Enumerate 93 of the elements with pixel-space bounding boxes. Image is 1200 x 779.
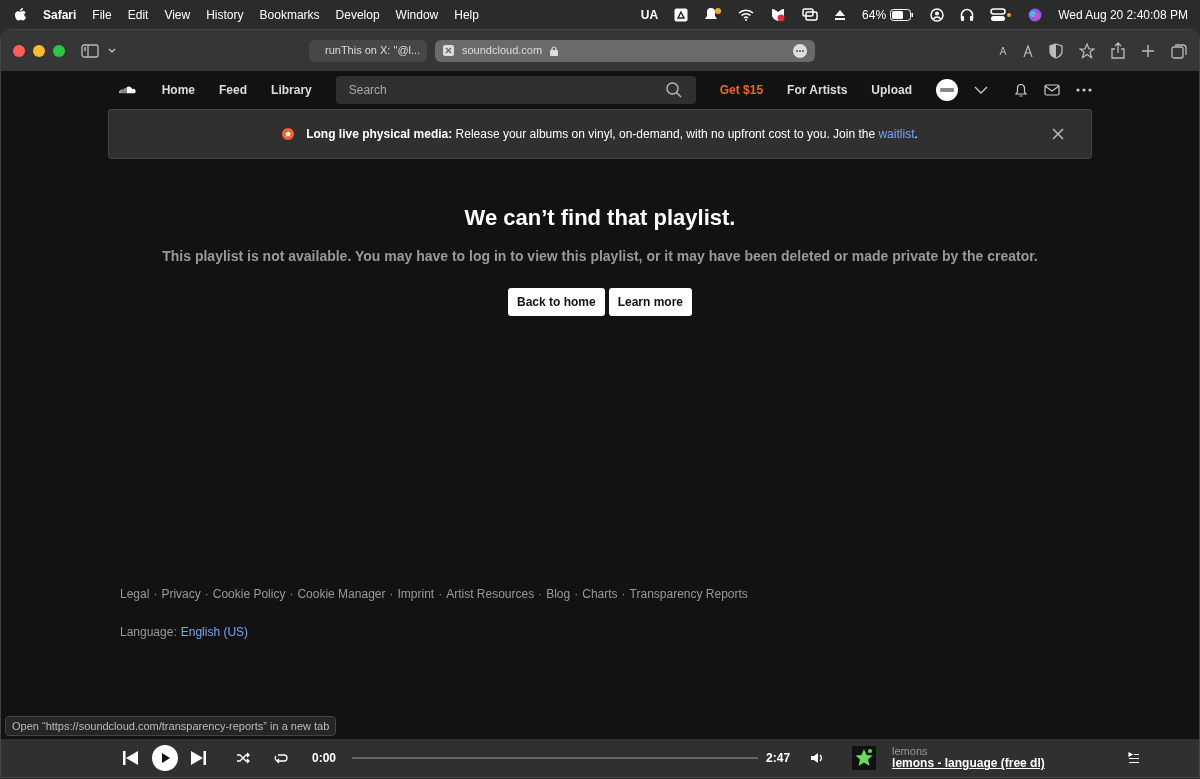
footer-link[interactable]: Blog xyxy=(546,585,571,603)
separator: · xyxy=(204,586,209,603)
more-icon[interactable] xyxy=(1076,88,1092,92)
menu-item[interactable]: Develop xyxy=(335,5,380,24)
windows-icon[interactable] xyxy=(802,8,819,21)
control-center-icon[interactable] xyxy=(990,7,1013,22)
shield-icon[interactable] xyxy=(1049,42,1063,59)
bookmark-star-icon[interactable] xyxy=(1079,42,1095,59)
play-icon[interactable] xyxy=(152,745,178,771)
volume-icon[interactable] xyxy=(810,752,825,764)
notification-icon[interactable] xyxy=(704,7,723,22)
app-menu[interactable]: Safari xyxy=(43,5,77,24)
track-title-link[interactable]: lemons - language (free dl) xyxy=(892,757,1083,771)
nav-link[interactable]: Library xyxy=(271,81,312,99)
menu-item[interactable]: History xyxy=(206,5,244,24)
menu-item[interactable]: Help xyxy=(454,5,479,24)
nav-link[interactable]: Upload xyxy=(871,81,912,99)
separator: · xyxy=(153,586,158,603)
menu-item[interactable]: Bookmarks xyxy=(259,5,320,24)
nav-link[interactable]: Home xyxy=(161,81,196,99)
zoom-window-button[interactable] xyxy=(53,44,65,57)
artist-link[interactable]: lemons xyxy=(892,745,1083,758)
close-icon[interactable] xyxy=(1052,128,1064,140)
shuffle-icon[interactable] xyxy=(236,752,250,764)
footer-link[interactable]: Cookie Policy xyxy=(212,585,286,603)
apple-icon xyxy=(14,7,27,22)
repeat-icon[interactable] xyxy=(274,752,288,764)
bell-icon[interactable] xyxy=(1014,82,1028,98)
footer-link[interactable]: Artist Resources xyxy=(446,585,535,603)
star-badge-icon xyxy=(282,128,295,140)
siri-icon[interactable] xyxy=(1028,7,1043,22)
footer-link[interactable]: Legal xyxy=(120,585,150,603)
chevron-down-icon[interactable] xyxy=(107,46,117,55)
footer-link[interactable]: Privacy xyxy=(161,585,201,603)
separator: · xyxy=(621,586,626,603)
close-window-button[interactable] xyxy=(13,44,25,57)
share-icon[interactable] xyxy=(1111,42,1125,59)
action-button[interactable]: Back to home xyxy=(507,288,605,317)
previous-icon[interactable] xyxy=(123,750,138,766)
headphones-icon[interactable] xyxy=(960,7,975,22)
wifi-icon[interactable] xyxy=(738,8,755,21)
drive-icon[interactable] xyxy=(674,7,689,22)
separator: · xyxy=(389,586,394,603)
tab-label: soundcloud.com xyxy=(462,43,543,59)
browser-tab[interactable]: soundcloud.com xyxy=(435,39,815,62)
separator: · xyxy=(574,586,579,603)
shield-icon[interactable] xyxy=(770,7,787,22)
language-link[interactable]: English (US) xyxy=(180,623,249,641)
error-message: This playlist is not available. You may have to log in to view this playlist, or it may have been deleted or made private by the creator. xyxy=(162,247,1038,267)
new-tab-icon[interactable] xyxy=(1141,43,1155,58)
duration-time: 2:47 xyxy=(766,750,791,767)
battery-percentage: 64% xyxy=(862,6,887,24)
smaller-text-icon[interactable] xyxy=(999,46,1007,55)
avatar-icon[interactable] xyxy=(936,79,958,101)
action-button[interactable]: Learn more xyxy=(608,288,692,317)
nav-link[interactable]: For Artists xyxy=(787,81,848,99)
tab-label: runThis on X: "@l... xyxy=(325,43,421,59)
chevron-down-icon[interactable] xyxy=(974,86,988,94)
error-heading: We can’t find that playlist. xyxy=(464,205,736,232)
queue-icon[interactable] xyxy=(1128,752,1141,764)
tab-favicon-icon xyxy=(443,45,454,56)
menu-item[interactable]: Window xyxy=(395,5,439,24)
input-source-indicator[interactable]: UA xyxy=(640,5,659,24)
search-field[interactable]: Search xyxy=(335,76,696,104)
menu-item[interactable]: View xyxy=(164,5,191,24)
menu-bar-clock[interactable]: Wed Aug 20 2:40:08 PM xyxy=(1058,5,1188,24)
next-icon[interactable] xyxy=(191,750,206,766)
separator: · xyxy=(438,586,443,603)
banner-message: Long live physical media: Release your albums on vinyl, on-demand, with no upfront cost to you. Join the waitlist. xyxy=(306,126,918,143)
eject-icon[interactable] xyxy=(834,8,847,21)
sidebar-icon[interactable] xyxy=(81,43,99,58)
nav-link[interactable]: Feed xyxy=(219,81,248,99)
menu-item[interactable]: Edit xyxy=(127,5,149,24)
tab-overview-icon[interactable] xyxy=(1171,42,1187,59)
minimize-window-button[interactable] xyxy=(33,44,45,57)
separator: · xyxy=(289,586,294,603)
separator: · xyxy=(538,586,543,603)
language-label: Language: xyxy=(120,624,177,641)
footer-link[interactable]: Charts xyxy=(582,585,618,603)
search-icon[interactable] xyxy=(665,82,682,98)
get-credit-link[interactable]: Get $15 xyxy=(719,81,764,99)
lock-icon xyxy=(550,45,559,56)
larger-text-icon[interactable] xyxy=(1023,44,1033,57)
footer-link[interactable]: Transparency Reports xyxy=(629,585,748,603)
menu-item[interactable]: File xyxy=(92,5,112,24)
footer-link[interactable]: Cookie Manager xyxy=(297,585,386,603)
footer-link[interactable]: Imprint xyxy=(397,585,435,603)
status-bar-text: Open “https://soundcloud.com/transparency-reports” in a new tab xyxy=(5,715,337,736)
battery-icon[interactable] xyxy=(890,8,915,21)
user-icon[interactable] xyxy=(930,7,945,22)
elapsed-time: 0:00 xyxy=(312,750,337,767)
mail-icon[interactable] xyxy=(1044,84,1060,96)
browser-tab[interactable]: runThis on X: "@l... xyxy=(309,39,427,62)
